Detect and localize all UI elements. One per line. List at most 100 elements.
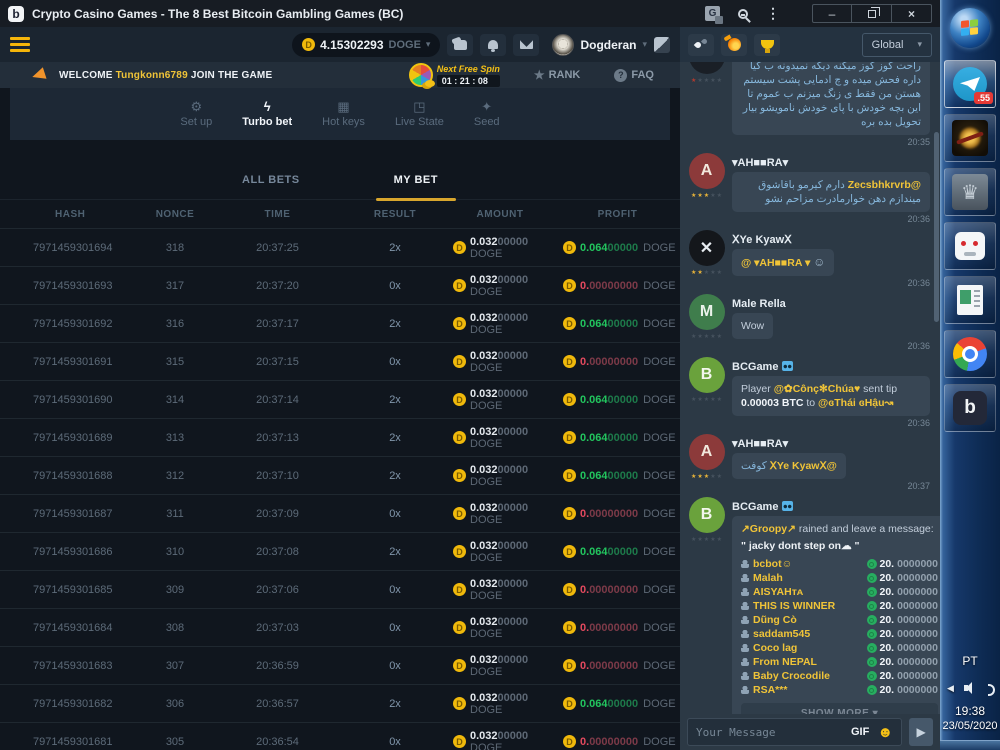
person-icon [741,672,749,680]
bet-table-row[interactable]: 7971459301689 313 20:37:13 2x D 0.032000… [0,418,680,456]
notifications-button[interactable] [480,34,506,56]
avatar[interactable]: A [689,434,725,470]
rain-recipient-name[interactable]: THIS IS WINNER [753,599,835,613]
show-desktop-button[interactable] [940,740,1000,750]
chat-mention[interactable]: @ⅩYe KyawⅩ [770,460,837,472]
doge-coin-icon: D [453,621,466,634]
taskbar-dice-bot[interactable] [944,222,996,270]
free-spin-widget[interactable]: Next Free Spin 01 : 21 : 08 [409,63,500,87]
bet-table-row[interactable]: 7971459301688 312 20:37:10 2x D 0.032000… [0,456,680,494]
rain-recipient-name[interactable]: saddam545 [753,627,810,641]
emoji-button[interactable]: ☻ [877,725,893,740]
chat-region-dropdown[interactable]: Global ▾ [862,33,932,57]
rain-button[interactable] [688,34,714,56]
volume-icon[interactable] [964,682,978,694]
rain-recipient-name[interactable]: Dũng Cò [753,613,797,627]
chat-username[interactable]: Male Rella [732,296,786,312]
chat-mention[interactable]: @ ▾AH■■RA ▾ [741,257,810,269]
clock-date[interactable]: 23/05/2020 [942,720,997,732]
show-more-button[interactable]: SHOW MORE ▾ [741,703,938,714]
chat-username[interactable]: BCGame [732,359,778,375]
chat-username[interactable]: ▾AH■■RA▾ [732,436,788,452]
chat-mention[interactable]: @Zecsbhkrvrb [848,179,921,191]
avatar[interactable]: B [689,357,725,393]
bet-profit: D 0.06400000 DOGE [555,469,680,482]
doge-coin-icon: D [453,697,466,710]
bet-table-row[interactable]: 7971459301690 314 20:37:14 2x D 0.032000… [0,380,680,418]
translate-icon[interactable]: G [705,6,720,21]
avatar[interactable]: ✦ [689,62,725,74]
avatar[interactable]: ✕ [689,230,725,266]
rain-recipient-name[interactable]: Coco lag [753,641,797,655]
rain-recipient-name[interactable]: Baby Crocodile [753,669,830,683]
bet-table-row[interactable]: 7971459301681 305 20:36:54 0x D 0.032000… [0,722,680,750]
tab-all-bets[interactable]: ALL BETS [234,160,308,199]
taskbar-telegram[interactable]: .55 [944,60,996,108]
chat-mention[interactable]: @ɞThái ɞHậu↝ [818,397,893,409]
bet-table-row[interactable]: 7971459301693 317 20:37:20 0x D 0.032000… [0,266,680,304]
rain-recipient-name[interactable]: bcbot☺ [753,557,792,571]
bet-time: 20:36:59 [210,660,345,672]
chat-mention[interactable]: ↗Groopy↗ [741,523,796,535]
zoom-search-icon[interactable] [738,9,748,19]
avatar[interactable]: A [689,153,725,189]
rain-recipient-name[interactable]: From NEPAL [753,655,817,669]
wallet-button[interactable] [447,34,473,56]
bet-table-row[interactable]: 7971459301694 318 20:37:25 2x D 0.032000… [0,228,680,266]
bet-table-row[interactable]: 7971459301691 315 20:37:15 0x D 0.032000… [0,342,680,380]
bet-table-row[interactable]: 7971459301684 308 20:37:03 0x D 0.032000… [0,608,680,646]
bet-table-row[interactable]: 7971459301687 311 20:37:09 0x D 0.032000… [0,494,680,532]
bet-hash: 7971459301686 [0,546,140,558]
rank-button[interactable]: ★ RANK [534,68,581,82]
rain-recipient-name[interactable]: Malah [753,571,783,585]
chat-username[interactable]: ⅩYe KyawⅩ [732,232,792,248]
chat-username[interactable]: BCGame [732,499,778,515]
bet-hash: 7971459301688 [0,470,140,482]
avatar[interactable]: M [689,294,725,330]
taskbar-crown-app[interactable]: ♛ [944,168,996,216]
bet-table-row[interactable]: 7971459301686 310 20:37:08 2x D 0.032000… [0,532,680,570]
taskbar-game[interactable] [944,114,996,162]
trophy-button[interactable] [754,34,780,56]
messages-button[interactable] [513,34,539,56]
bet-table-row[interactable]: 7971459301683 307 20:36:59 0x D 0.032000… [0,646,680,684]
close-button[interactable]: × [892,4,932,23]
taskbar-chrome[interactable] [944,330,996,378]
rain-message-bubble: ↗Groopy↗ rained and leave a message:" ja… [732,516,940,714]
rain-recipient-name[interactable]: RSA*** [753,683,787,697]
bet-table-row[interactable]: 7971459301685 309 20:37:06 0x D 0.032000… [0,570,680,608]
restore-button[interactable] [852,4,892,23]
bet-table-row[interactable]: 7971459301682 306 20:36:57 2x D 0.032000… [0,684,680,722]
chat-input[interactable] [696,726,843,739]
hamburger-menu-icon[interactable] [10,37,30,52]
bet-result: 2x [345,470,445,482]
menu-dots-icon[interactable]: ⋮ [766,5,780,22]
chat-mention[interactable]: @✿Cônç✻Chúa♥ [774,383,861,395]
taskbar-document-app[interactable] [944,276,996,324]
game-tab[interactable]: ▦ Hot keys [322,100,365,128]
avatar[interactable]: B [689,497,725,533]
send-button[interactable]: ▶ [909,718,933,746]
game-tab[interactable]: ϟ Turbo bet [242,100,292,128]
user-menu[interactable]: Dogderan ▾ [552,34,647,56]
gif-button[interactable]: GIF [851,726,869,738]
chat-username[interactable]: ▾AH■■RA▾ [732,155,788,171]
clock-time[interactable]: 19:38 [955,704,985,718]
chat-toggle-icon[interactable] [654,37,670,53]
language-indicator[interactable]: PT [962,654,977,668]
rain-recipient-name[interactable]: AISYAHᴛᴀ [753,585,803,599]
tab-my-bet[interactable]: MY BET [386,160,446,199]
fireball-button[interactable] [721,34,747,56]
game-tab[interactable]: ◳ Live State [395,100,444,128]
chat-scrollbar[interactable] [934,132,939,322]
bet-table-row[interactable]: 7971459301692 316 20:37:17 2x D 0.032000… [0,304,680,342]
minimize-button[interactable]: – [812,4,852,23]
balance-pill[interactable]: D 4.15302293 DOGE ▾ [292,33,440,57]
faq-button[interactable]: ? FAQ [614,69,654,82]
game-tab[interactable]: ✦ Seed [474,100,500,128]
chat-messages: ✦ ★★★★★ @Btcmagnifier پشت سیستم نشسته را… [680,62,940,714]
start-button[interactable] [944,2,996,54]
game-tab[interactable]: ⚙ Set up [180,100,212,128]
hidden-icons-arrow[interactable]: ◀ [947,683,954,694]
taskbar-bcgame[interactable]: b [944,384,996,432]
